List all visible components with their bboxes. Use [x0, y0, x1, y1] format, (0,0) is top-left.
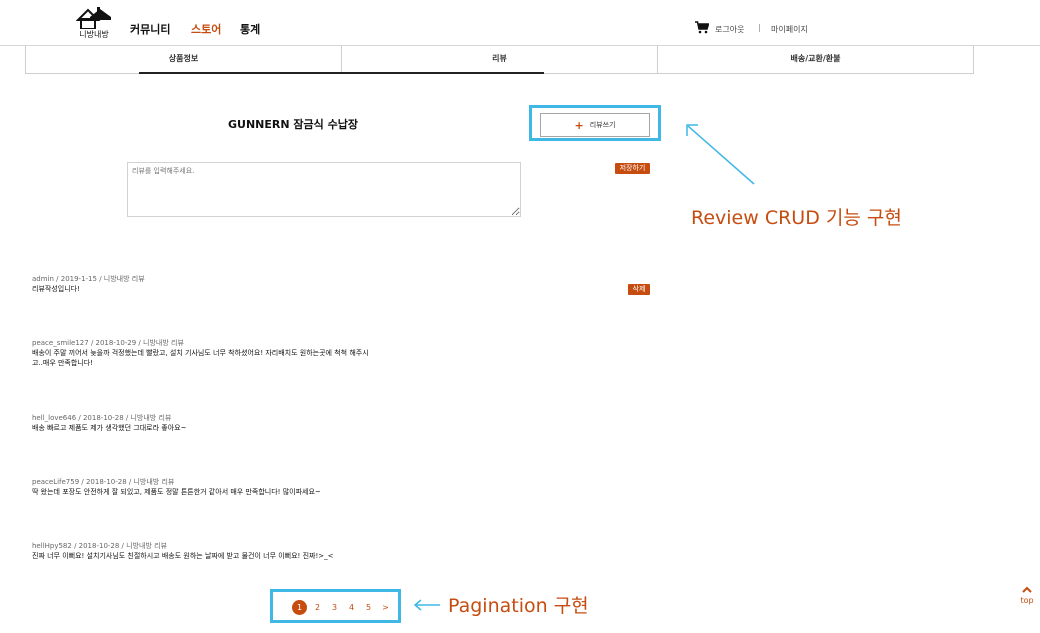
crud-arrow-icon [686, 124, 755, 185]
site-logo[interactable]: 니방내방 [74, 7, 114, 41]
write-review-button[interactable]: + 리뷰쓰기 [540, 113, 650, 137]
pagination-arrow-icon [413, 599, 440, 611]
shopping-cart-icon[interactable] [695, 21, 709, 34]
scroll-top-button[interactable]: top [1016, 586, 1038, 606]
page-link-1[interactable]: 1 [292, 600, 307, 615]
delete-review-button[interactable]: 삭제 [628, 284, 650, 295]
pagination-annotation: Pagination 구현 [448, 595, 589, 617]
next-page-button[interactable]: > [377, 600, 394, 615]
site-header: 니방내방 커뮤니티 스토어 통계 로그아웃 | 마이페이지 [0, 0, 1040, 46]
page-link-3[interactable]: 3 [326, 600, 343, 615]
nav-store[interactable]: 스토어 [191, 21, 221, 37]
write-review-label: 리뷰쓰기 [589, 121, 616, 129]
plus-icon: + [574, 118, 584, 132]
nav-statistics[interactable]: 통계 [240, 21, 260, 37]
chevron-up-icon [1016, 586, 1038, 596]
logo-text: 니방내방 [79, 30, 109, 39]
review-item: hell_love646 / 2018-10-28 / 니방내방 리뷰 배송 빠… [32, 413, 372, 433]
header-separator: | [758, 23, 761, 32]
review-meta: peace_smile127 / 2018-10-29 / 니방내방 리뷰 [32, 339, 184, 347]
tab-review[interactable]: 리뷰 [342, 46, 658, 73]
page-link-5[interactable]: 5 [360, 600, 377, 615]
review-item: admin / 2019-1-15 / 니방내방 리뷰 리뷰작성입니다! [32, 274, 372, 294]
review-item: peaceLife759 / 2018-10-28 / 니방내방 리뷰 딱 왔는… [32, 477, 452, 497]
house-logo-icon [76, 7, 111, 29]
review-body: 진짜 너무 이뻐요! 설치기사님도 친절하시고 배송도 원하는 날짜에 받고 물… [32, 552, 334, 560]
product-tabs: 상품정보 리뷰 배송/교환/환불 [25, 46, 974, 74]
review-body: 배송 빠르고 제품도 제가 생각했던 그대로라 좋아요~ [32, 424, 187, 432]
page-link-4[interactable]: 4 [343, 600, 360, 615]
pagination: 1 2 3 4 5 > [292, 600, 394, 615]
review-body: 배송이 주말 끼어서 늦을까 걱정했는데 빨랐고, 설치 기사님도 너무 착하셨… [32, 349, 369, 367]
tab-product-info[interactable]: 상품정보 [26, 46, 342, 73]
review-body: 딱 왔는데 포장도 안전하게 잘 되있고, 제품도 정말 튼튼한거 같아서 매우… [32, 488, 321, 496]
tab-shipping-exchange-refund[interactable]: 배송/교환/환불 [658, 46, 973, 73]
product-title: GUNNERN 잠금식 수납장 [228, 118, 358, 131]
crud-annotation: Review CRUD 기능 구현 [691, 207, 902, 229]
review-body: 리뷰작성입니다! [32, 285, 80, 293]
review-meta: hellHpy582 / 2018-10-28 / 니방내방 리뷰 [32, 542, 168, 550]
review-item: peace_smile127 / 2018-10-29 / 니방내방 리뷰 배송… [32, 338, 372, 368]
review-meta: hell_love646 / 2018-10-28 / 니방내방 리뷰 [32, 414, 172, 422]
mypage-link[interactable]: 마이페이지 [771, 24, 808, 35]
scroll-top-label: top [1020, 596, 1034, 605]
page-link-2[interactable]: 2 [309, 600, 326, 615]
nav-community[interactable]: 커뮤니티 [130, 21, 170, 37]
review-item: hellHpy582 / 2018-10-28 / 니방내방 리뷰 진짜 너무 … [32, 541, 452, 561]
review-meta: peaceLife759 / 2018-10-28 / 니방내방 리뷰 [32, 478, 175, 486]
active-tab-underline [139, 72, 544, 74]
logout-link[interactable]: 로그아웃 [715, 24, 744, 35]
review-textarea[interactable] [127, 162, 521, 217]
review-meta: admin / 2019-1-15 / 니방내방 리뷰 [32, 275, 145, 283]
save-review-button[interactable]: 저장하기 [615, 163, 650, 174]
